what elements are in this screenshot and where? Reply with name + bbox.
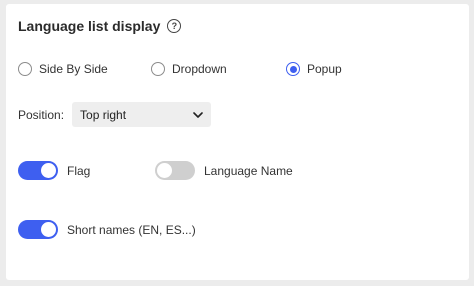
flag-toggle-label: Flag xyxy=(67,163,91,178)
language-name-toggle[interactable] xyxy=(155,161,195,180)
toggle-row-short-names: Short names (EN, ES...) xyxy=(18,220,196,239)
radio-label: Popup xyxy=(307,62,342,76)
section-title-row: Language list display ? xyxy=(18,18,182,34)
position-select-value: Top right xyxy=(80,107,127,122)
radio-checked-icon[interactable] xyxy=(286,62,300,76)
position-row: Position: Top right xyxy=(18,102,212,127)
toggle-knob xyxy=(157,163,172,178)
radio-side-by-side[interactable]: Side By Side xyxy=(18,62,108,76)
radio-circle-icon[interactable] xyxy=(151,62,165,76)
toggle-row-language-name: Language Name xyxy=(155,161,293,180)
short-names-toggle[interactable] xyxy=(18,220,58,239)
toggle-row-flag: Flag xyxy=(18,161,90,180)
help-circle-icon[interactable]: ? xyxy=(167,19,182,33)
radio-label: Dropdown xyxy=(172,62,227,76)
radio-dropdown[interactable]: Dropdown xyxy=(151,62,227,76)
toggle-knob xyxy=(41,222,56,237)
toggle-knob xyxy=(41,163,56,178)
language-name-toggle-label: Language Name xyxy=(204,163,293,178)
language-list-display-card: Language list display ? Side By Side Dro… xyxy=(6,4,469,280)
short-names-toggle-label: Short names (EN, ES...) xyxy=(67,222,196,237)
radio-popup[interactable]: Popup xyxy=(286,62,342,76)
radio-circle-icon[interactable] xyxy=(18,62,32,76)
position-label: Position: xyxy=(18,107,65,122)
radio-label: Side By Side xyxy=(39,62,108,76)
section-title: Language list display xyxy=(18,18,161,34)
flag-toggle[interactable] xyxy=(18,161,58,180)
position-select[interactable]: Top right xyxy=(72,102,212,127)
chevron-down-icon xyxy=(193,111,203,118)
